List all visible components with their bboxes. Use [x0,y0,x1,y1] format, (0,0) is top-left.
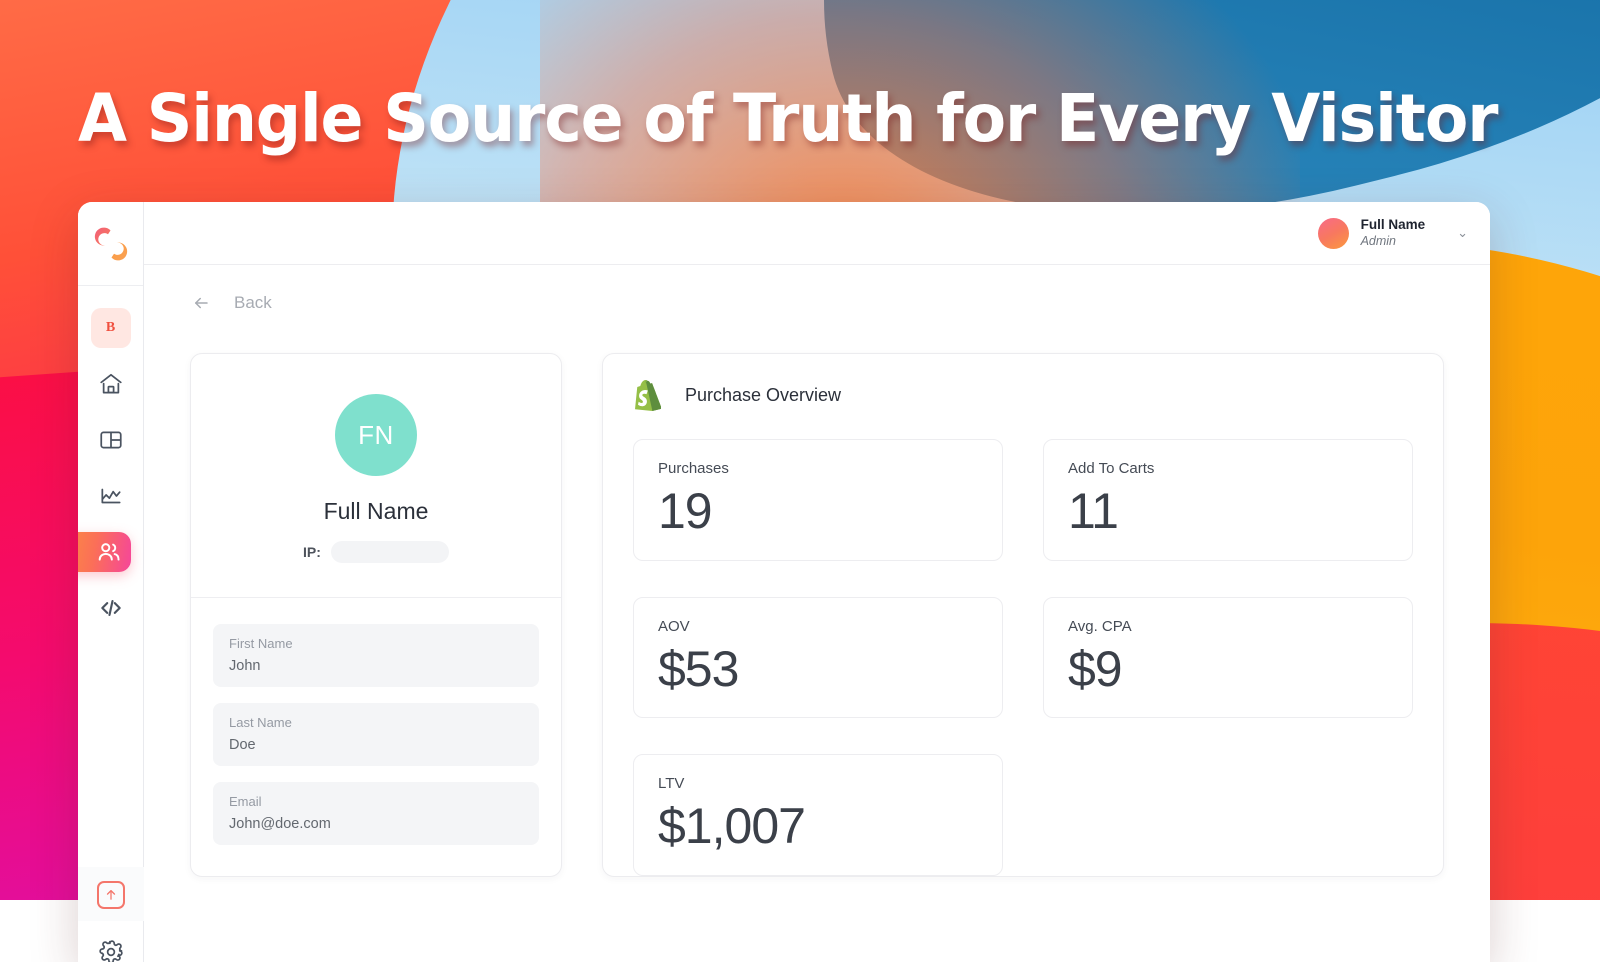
profile-header: FN Full Name IP: [191,354,561,598]
metric-value: $9 [1068,640,1123,697]
users-icon [98,543,120,561]
last-name-field[interactable]: Last Name Doe [213,703,539,766]
upload-box [96,881,125,909]
profile-avatar-initials: FN [358,419,394,450]
metric-value: 19 [658,483,713,539]
app-logo[interactable] [78,202,143,286]
metric-grid: Purchases 19 Add To Carts 11 AOV $53 Avg… [633,439,1413,876]
user-role: Admin [1360,233,1397,248]
code-icon [100,599,121,617]
sidebar-item-upload[interactable] [78,867,144,921]
user-name: Full Name [1360,216,1426,232]
metric-card-add-to-carts[interactable]: Add To Carts 11 [1043,439,1413,561]
first-name-value: John [229,658,261,674]
metric-value: $1,007 [658,798,806,854]
last-name-value: Doe [229,737,256,753]
chart-icon [100,488,121,504]
sidebar-item-badge-b[interactable]: B [90,308,131,348]
purchase-overview-card: Purchase Overview Purchases 19 Add To Ca… [602,353,1444,877]
page-headline: A Single Source of Truth for Every Visit… [78,80,1498,157]
avatar [1317,217,1349,249]
user-menu[interactable]: Full Name Admin ⌄ [1317,217,1468,250]
sidebar-item-analytics[interactable] [91,476,131,516]
metric-label: Purchases [658,460,729,477]
sidebar-item-dashboard[interactable] [91,420,131,460]
page-content: Back FN Full Name IP: First Name John La… [144,265,1490,962]
metric-card-avg-cpa[interactable]: Avg. CPA $9 [1043,596,1413,718]
arrow-left-icon [195,297,208,309]
last-name-label: Last Name [229,715,292,730]
profile-avatar: FN [335,394,417,476]
user-info: Full Name Admin [1361,217,1426,250]
sidebar-nav: B [78,286,143,867]
profile-name: Full Name [323,498,429,524]
topbar: Full Name Admin ⌄ [144,202,1490,265]
panels: FN Full Name IP: First Name John Last Na… [190,353,1444,877]
gear-icon [98,940,123,962]
home-icon [99,373,122,394]
metric-label: LTV [658,775,685,792]
email-label: Email [229,794,262,809]
first-name-field[interactable]: First Name John [213,624,539,687]
metric-label: Add To Carts [1068,460,1155,477]
chevron-down-icon[interactable]: ⌄ [1457,225,1468,241]
email-value: John@doe.com [229,816,331,832]
metric-label: AOV [658,617,690,635]
main-column: Full Name Admin ⌄ Back FN Full Name IP: … [144,202,1490,962]
metric-label: Avg. CPA [1068,617,1132,635]
sidebar-item-settings[interactable] [98,939,124,962]
ip-label: IP: [303,544,321,560]
app-logo-icon [94,227,127,260]
ip-value-field[interactable] [330,541,449,563]
ip-row: IP: [303,541,449,563]
back-label: Back [234,293,272,312]
metric-card-purchases[interactable]: Purchases 19 [633,439,1003,561]
purchase-overview-header: Purchase Overview [633,380,1413,411]
app-window: B Full Name Admin ⌄ Back FN Full Name IP… [78,202,1490,962]
sidebar-bottom [78,867,144,962]
metric-card-aov[interactable]: AOV $53 [633,596,1003,718]
grid-layout-icon [99,431,122,449]
purchase-overview-title: Purchase Overview [685,385,842,405]
back-button[interactable]: Back [190,293,1444,313]
email-field[interactable]: Email John@doe.com [213,782,539,845]
metric-value: 11 [1068,483,1119,539]
first-name-label: First Name [229,636,293,651]
shopify-icon [635,380,661,411]
sidebar-item-home[interactable] [91,364,131,404]
sidebar-item-visitors[interactable] [78,532,131,572]
sidebar-item-code[interactable] [91,588,131,628]
metric-value: $53 [658,640,739,697]
sidebar: B [78,202,144,962]
profile-card: FN Full Name IP: First Name John Last Na… [190,353,562,877]
profile-fields: First Name John Last Name Doe Email John… [191,598,561,867]
badge-b-icon: B [105,320,116,335]
metric-card-ltv[interactable]: LTV $1,007 [633,754,1003,876]
